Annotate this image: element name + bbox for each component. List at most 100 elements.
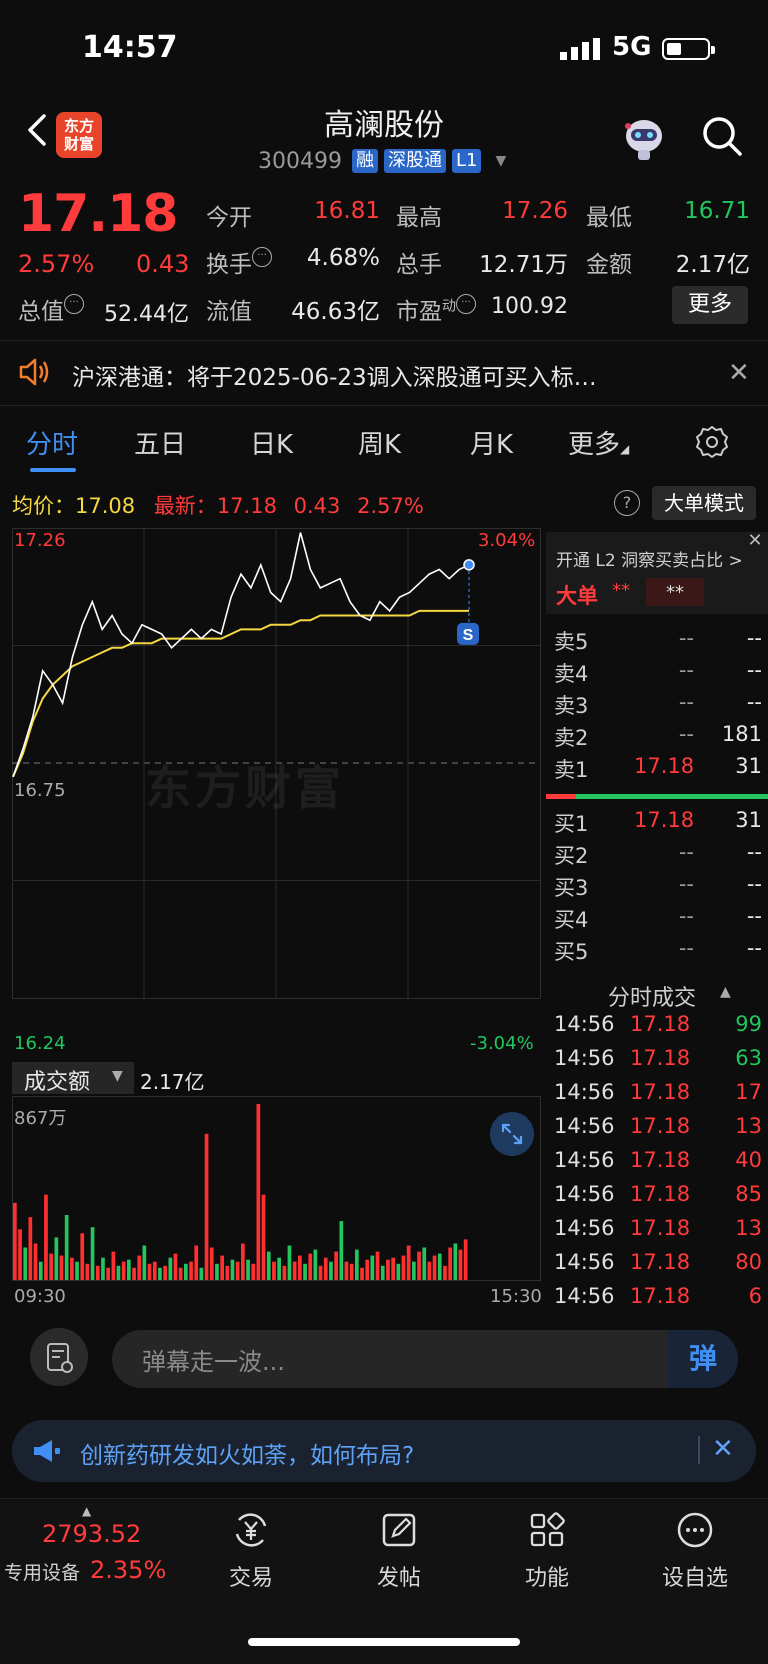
info-icon[interactable]: ···	[252, 247, 272, 267]
caret-down-icon[interactable]: ▼	[495, 153, 506, 169]
tick-trade-row: 14:56 17.18 99	[554, 1012, 762, 1042]
danmaku-placeholder[interactable]: 弹幕走一波...	[142, 1342, 285, 1377]
help-icon[interactable]: ?	[614, 490, 640, 516]
volume-bar	[158, 1267, 162, 1280]
volume-bar	[28, 1217, 33, 1280]
tab-monthly-k[interactable]: 月K	[470, 424, 513, 461]
big-order-value: **	[612, 580, 630, 601]
sector-index-label[interactable]: 专用设备	[4, 1558, 80, 1585]
volume-bar	[266, 1251, 271, 1280]
tick-price: 17.18	[630, 1182, 691, 1206]
volume-bar	[334, 1251, 338, 1280]
tick-volume: 17	[735, 1080, 762, 1104]
ask-price: --	[678, 626, 694, 650]
bid-row-5: 买5 -- --	[554, 936, 762, 966]
more-button[interactable]: 更多	[672, 286, 748, 324]
volume-bar	[401, 1255, 406, 1280]
nav-add-watchlist[interactable]: 设自选	[650, 1510, 740, 1592]
ask-label: 卖4	[554, 662, 589, 686]
change-amount: 0.43	[136, 250, 190, 278]
search-icon[interactable]	[700, 114, 744, 158]
tick-trades-title[interactable]: 分时成交	[608, 980, 696, 1012]
caret-up-icon[interactable]: ▲	[720, 984, 731, 1000]
info-icon[interactable]: ···	[64, 294, 84, 314]
float-cap-label: 流值	[206, 299, 252, 325]
volume-bar	[292, 1261, 297, 1280]
volume-bar	[463, 1239, 468, 1280]
volume-chart	[12, 1096, 541, 1281]
volume-bar	[163, 1265, 167, 1280]
volume-bar	[313, 1249, 318, 1280]
tick-price: 17.18	[630, 1250, 691, 1274]
volume-bar	[406, 1245, 411, 1280]
tick-price: 17.18	[630, 1284, 691, 1308]
close-icon[interactable]: ✕	[728, 358, 750, 388]
bid-label: 买4	[554, 908, 589, 932]
tab-five-day[interactable]: 五日	[134, 424, 186, 461]
danmaku-toggle-button[interactable]: 弹	[668, 1330, 738, 1388]
nav-functions[interactable]: 功能	[502, 1510, 592, 1592]
sector-index-pct[interactable]: 2.35%	[90, 1556, 166, 1584]
volume-bar	[152, 1261, 157, 1280]
bid-row-4: 买4 -- --	[554, 904, 762, 934]
nav-post[interactable]: 发帖	[354, 1510, 444, 1592]
nav-trade-label: 交易	[228, 1566, 273, 1591]
pe-label: 市盈动 ···	[396, 292, 476, 326]
tab-more[interactable]: 更多◢	[568, 424, 629, 461]
volume-bar	[80, 1233, 85, 1280]
svg-text:S: S	[463, 627, 474, 644]
volume-bar	[261, 1194, 266, 1280]
bid-qty: --	[746, 904, 762, 928]
volume-bar	[256, 1104, 261, 1280]
bid-qty: --	[746, 840, 762, 864]
sector-index-value[interactable]: 2793.52	[42, 1520, 141, 1548]
l2-promo-text[interactable]: 开通 L2 洞察买卖占比 >	[556, 546, 743, 571]
tab-weekly-k[interactable]: 周K	[358, 424, 401, 461]
turnover-label-text: 换手	[206, 252, 252, 278]
latest-percent: 2.57%	[357, 494, 424, 518]
market-cap-label-text: 总值	[18, 299, 64, 325]
volume-bar	[194, 1245, 199, 1280]
x-tick-end: 15:30	[490, 1286, 542, 1307]
volume-bar	[38, 1261, 43, 1280]
tab-active-indicator	[30, 468, 76, 472]
tick-price: 17.18	[630, 1046, 691, 1070]
low-label: 最低	[586, 205, 632, 231]
volume-bar	[375, 1251, 380, 1280]
ask-label: 卖2	[554, 726, 589, 750]
nav-trade[interactable]: 交易	[206, 1510, 296, 1592]
info-icon[interactable]: ···	[456, 294, 476, 314]
close-icon[interactable]: ✕	[744, 530, 766, 552]
document-settings-icon[interactable]	[30, 1328, 88, 1386]
high-value: 17.26	[502, 198, 568, 224]
high-label: 最高	[396, 205, 442, 231]
expand-icon[interactable]	[490, 1112, 534, 1156]
volume-bar	[189, 1261, 193, 1280]
big-order-label: 大单	[556, 584, 598, 608]
bid-qty: --	[746, 936, 762, 960]
low-value: 16.71	[684, 198, 750, 224]
latest-change: 0.43	[293, 494, 341, 518]
big-order-mode-button[interactable]: 大单模式	[652, 486, 756, 520]
promo-text[interactable]: 创新药研发如火如荼，如何布局?	[80, 1436, 414, 1470]
volume-bar	[225, 1265, 230, 1280]
volume-bar	[230, 1259, 235, 1280]
gear-icon[interactable]	[694, 424, 730, 460]
edit-icon	[382, 1513, 416, 1547]
close-icon[interactable]: ✕	[712, 1434, 734, 1464]
tab-daily-k[interactable]: 日K	[250, 424, 293, 461]
volume-bar	[137, 1255, 142, 1280]
notice-text[interactable]: 沪深港通：将于2025-06-23调入深股通可买入标…	[72, 358, 597, 392]
ask-row-2: 卖2 -- 181	[554, 722, 762, 752]
robot-assistant-icon[interactable]	[618, 112, 670, 164]
tick-time: 14:56	[554, 1182, 615, 1206]
volume-bar	[101, 1257, 105, 1280]
stock-code-row[interactable]: 300499 融 深股通 L1 ▼	[258, 146, 506, 176]
volume-bar	[349, 1263, 354, 1280]
volume-bar	[142, 1245, 147, 1280]
volume-bar	[365, 1259, 370, 1280]
nav-add-watchlist-label: 设自选	[661, 1566, 728, 1591]
tag-margin: 融	[351, 149, 378, 173]
tab-intraday[interactable]: 分时	[26, 424, 78, 461]
ask-label: 卖5	[554, 630, 589, 654]
